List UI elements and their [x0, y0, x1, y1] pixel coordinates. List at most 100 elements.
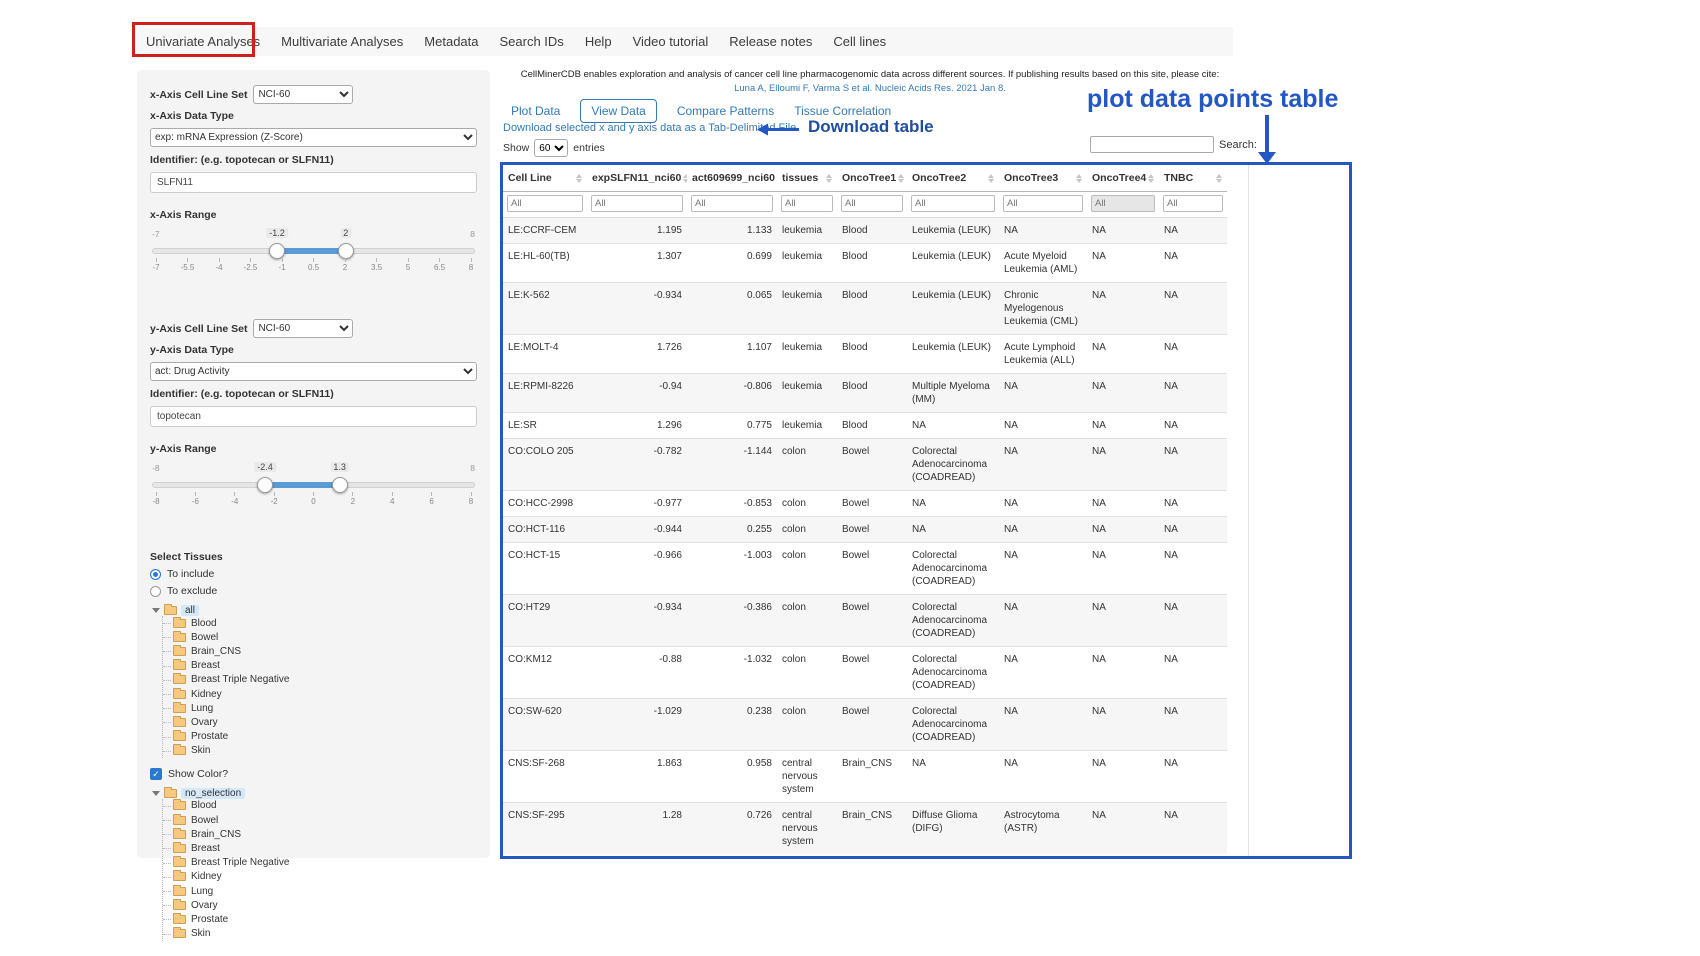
column-filter-input-act609699-nci60[interactable] [691, 195, 773, 212]
nav-item-help[interactable]: Help [585, 34, 612, 49]
column-header-act609699-nci60[interactable]: act609699_nci60 [687, 165, 777, 192]
table-cell: -0.853 [687, 491, 777, 517]
x-slider-handle-low[interactable] [269, 243, 285, 259]
sort-icon[interactable] [1216, 174, 1222, 183]
entries-count-select[interactable]: 60 [534, 139, 568, 157]
nav-item-metadata[interactable]: Metadata [424, 34, 478, 49]
column-header-oncotree2[interactable]: OncoTree2 [907, 165, 999, 192]
to-exclude-radio[interactable]: To exclude [150, 585, 477, 597]
y-cell-line-set-select[interactable]: NCI-60 [253, 319, 353, 338]
table-row[interactable]: LE:SR1.2960.775leukemiaBloodNANANANA [503, 413, 1227, 439]
x-range-slider[interactable]: -7 8 -1.2 2 -7-5.5-4-2.5-10.523.556.58 [152, 227, 475, 279]
y-data-type-select[interactable]: act: Drug Activity [150, 362, 477, 381]
column-header-expslfn11-nci60[interactable]: expSLFN11_nci60 [587, 165, 687, 192]
column-header-oncotree3[interactable]: OncoTree3 [999, 165, 1087, 192]
download-link[interactable]: Download selected x and y axis data as a… [503, 122, 796, 134]
collapse-arrow-icon[interactable] [152, 791, 160, 796]
y-identifier-input[interactable] [150, 406, 477, 427]
tree-item-breast-triple-negative[interactable]: Breast Triple Negative [163, 673, 477, 687]
table-row[interactable]: LE:HL-60(TB)1.3070.699leukemiaBloodLeuke… [503, 244, 1227, 283]
column-filter-input-oncotree1[interactable] [841, 195, 903, 212]
sort-icon[interactable] [1148, 174, 1154, 183]
tree-item-prostate[interactable]: Prostate [163, 730, 477, 744]
column-header-tnbc[interactable]: TNBC [1159, 165, 1227, 192]
collapse-arrow-icon[interactable] [152, 608, 160, 613]
nav-item-multivariate-analyses[interactable]: Multivariate Analyses [281, 34, 403, 49]
table-row[interactable]: LE:MOLT-41.7261.107leukemiaBloodLeukemia… [503, 335, 1227, 374]
tree-item-blood[interactable]: Blood [163, 616, 477, 630]
sort-icon[interactable] [898, 174, 904, 183]
table-cell: NA [1087, 803, 1159, 855]
sort-icon[interactable] [576, 174, 582, 183]
table-row[interactable]: CO:HCT-116-0.9440.255colonBowelNANANANA [503, 517, 1227, 543]
tree-item-skin[interactable]: Skin [163, 927, 477, 941]
y-range-slider[interactable]: -8 8 -2.4 1.3 -8-6-4-202468 [152, 461, 475, 513]
sort-icon[interactable] [988, 174, 994, 183]
table-row[interactable]: CO:HT29-0.934-0.386colonBowelColorectal … [503, 595, 1227, 647]
table-row[interactable]: CO:KM12-0.88-1.032colonBowelColorectal A… [503, 647, 1227, 699]
tree-item-lung[interactable]: Lung [163, 884, 477, 898]
tree-root-no-selection[interactable]: no_selection [152, 788, 477, 799]
table-row[interactable]: CO:SW-620-1.0290.238colonBowelColorectal… [503, 699, 1227, 751]
tree-item-blood[interactable]: Blood [163, 799, 477, 813]
column-header-cell-line[interactable]: Cell Line [503, 165, 587, 192]
table-row[interactable]: CO:HCC-2998-0.977-0.853colonBowelNANANAN… [503, 491, 1227, 517]
tab-plot-data[interactable]: Plot Data [511, 104, 560, 118]
tab-tissue-correlation[interactable]: Tissue Correlation [794, 104, 891, 118]
tree-item-kidney[interactable]: Kidney [163, 687, 477, 701]
table-row[interactable]: CNS:SF-2681.8630.958central nervous syst… [503, 751, 1227, 803]
column-filter-input-expslfn11-nci60[interactable] [591, 195, 683, 212]
sort-icon[interactable] [1076, 174, 1082, 183]
nav-item-cell-lines[interactable]: Cell lines [833, 34, 886, 49]
tree-item-brain-cns[interactable]: Brain_CNS [163, 827, 477, 841]
table-row[interactable]: CNS:SF-2951.280.726central nervous syste… [503, 803, 1227, 855]
y-data-type-label: y-Axis Data Type [150, 344, 477, 356]
table-row[interactable]: LE:CCRF-CEM1.1951.133leukemiaBloodLeukem… [503, 218, 1227, 244]
x-slider-handle-high[interactable] [338, 243, 354, 259]
tree-item-lung[interactable]: Lung [163, 701, 477, 715]
column-filter-input-oncotree4[interactable] [1091, 195, 1155, 212]
table-row[interactable]: CO:HCT-15-0.966-1.003colonBowelColorecta… [503, 543, 1227, 595]
x-cell-line-set-select[interactable]: NCI-60 [253, 85, 353, 104]
table-row[interactable]: CO:COLO 205-0.782-1.144colonBowelColorec… [503, 439, 1227, 491]
table-cell: leukemia [777, 374, 837, 413]
column-header-oncotree1[interactable]: OncoTree1 [837, 165, 907, 192]
tree-item-breast-triple-negative[interactable]: Breast Triple Negative [163, 856, 477, 870]
tab-compare-patterns[interactable]: Compare Patterns [677, 104, 774, 118]
tree-root-all[interactable]: all [152, 605, 477, 616]
nav-item-univariate-analyses[interactable]: Univariate Analyses [146, 34, 260, 49]
table-cell: CO:HCT-116 [503, 517, 587, 543]
y-slider-handle-low[interactable] [257, 477, 273, 493]
tree-item-breast[interactable]: Breast [163, 841, 477, 855]
to-include-radio[interactable]: To include [150, 568, 477, 580]
nav-item-release-notes[interactable]: Release notes [729, 34, 812, 49]
tree-item-bowel[interactable]: Bowel [163, 630, 477, 644]
nav-item-video-tutorial[interactable]: Video tutorial [633, 34, 709, 49]
y-slider-handle-high[interactable] [332, 477, 348, 493]
sort-icon[interactable] [826, 174, 832, 183]
show-color-checkbox[interactable]: ✓ Show Color? [150, 768, 477, 780]
tab-view-data[interactable]: View Data [580, 99, 656, 123]
tree-item-ovary[interactable]: Ovary [163, 898, 477, 912]
column-filter-input-oncotree2[interactable] [911, 195, 995, 212]
x-identifier-input[interactable] [150, 172, 477, 193]
column-filter-input-tissues[interactable] [781, 195, 833, 212]
column-filter-input-cell-line[interactable] [507, 195, 583, 212]
tree-item-ovary[interactable]: Ovary [163, 715, 477, 729]
x-data-type-select[interactable]: exp: mRNA Expression (Z-Score) [150, 128, 477, 147]
tree-item-kidney[interactable]: Kidney [163, 870, 477, 884]
column-header-tissues[interactable]: tissues [777, 165, 837, 192]
tree-item-skin[interactable]: Skin [163, 744, 477, 758]
sort-icon[interactable] [683, 174, 687, 183]
tree-item-breast[interactable]: Breast [163, 659, 477, 673]
nav-item-search-ids[interactable]: Search IDs [500, 34, 564, 49]
tree-item-brain-cns[interactable]: Brain_CNS [163, 644, 477, 658]
tree-item-prostate[interactable]: Prostate [163, 912, 477, 926]
table-row[interactable]: LE:K-562-0.9340.065leukemiaBloodLeukemia… [503, 283, 1227, 335]
column-header-oncotree4[interactable]: OncoTree4 [1087, 165, 1159, 192]
tree-item-bowel[interactable]: Bowel [163, 813, 477, 827]
column-filter-input-oncotree3[interactable] [1003, 195, 1083, 212]
column-filter-input-tnbc[interactable] [1163, 195, 1223, 212]
table-row[interactable]: LE:RPMI-8226-0.94-0.806leukemiaBloodMult… [503, 374, 1227, 413]
search-input[interactable] [1090, 136, 1214, 153]
